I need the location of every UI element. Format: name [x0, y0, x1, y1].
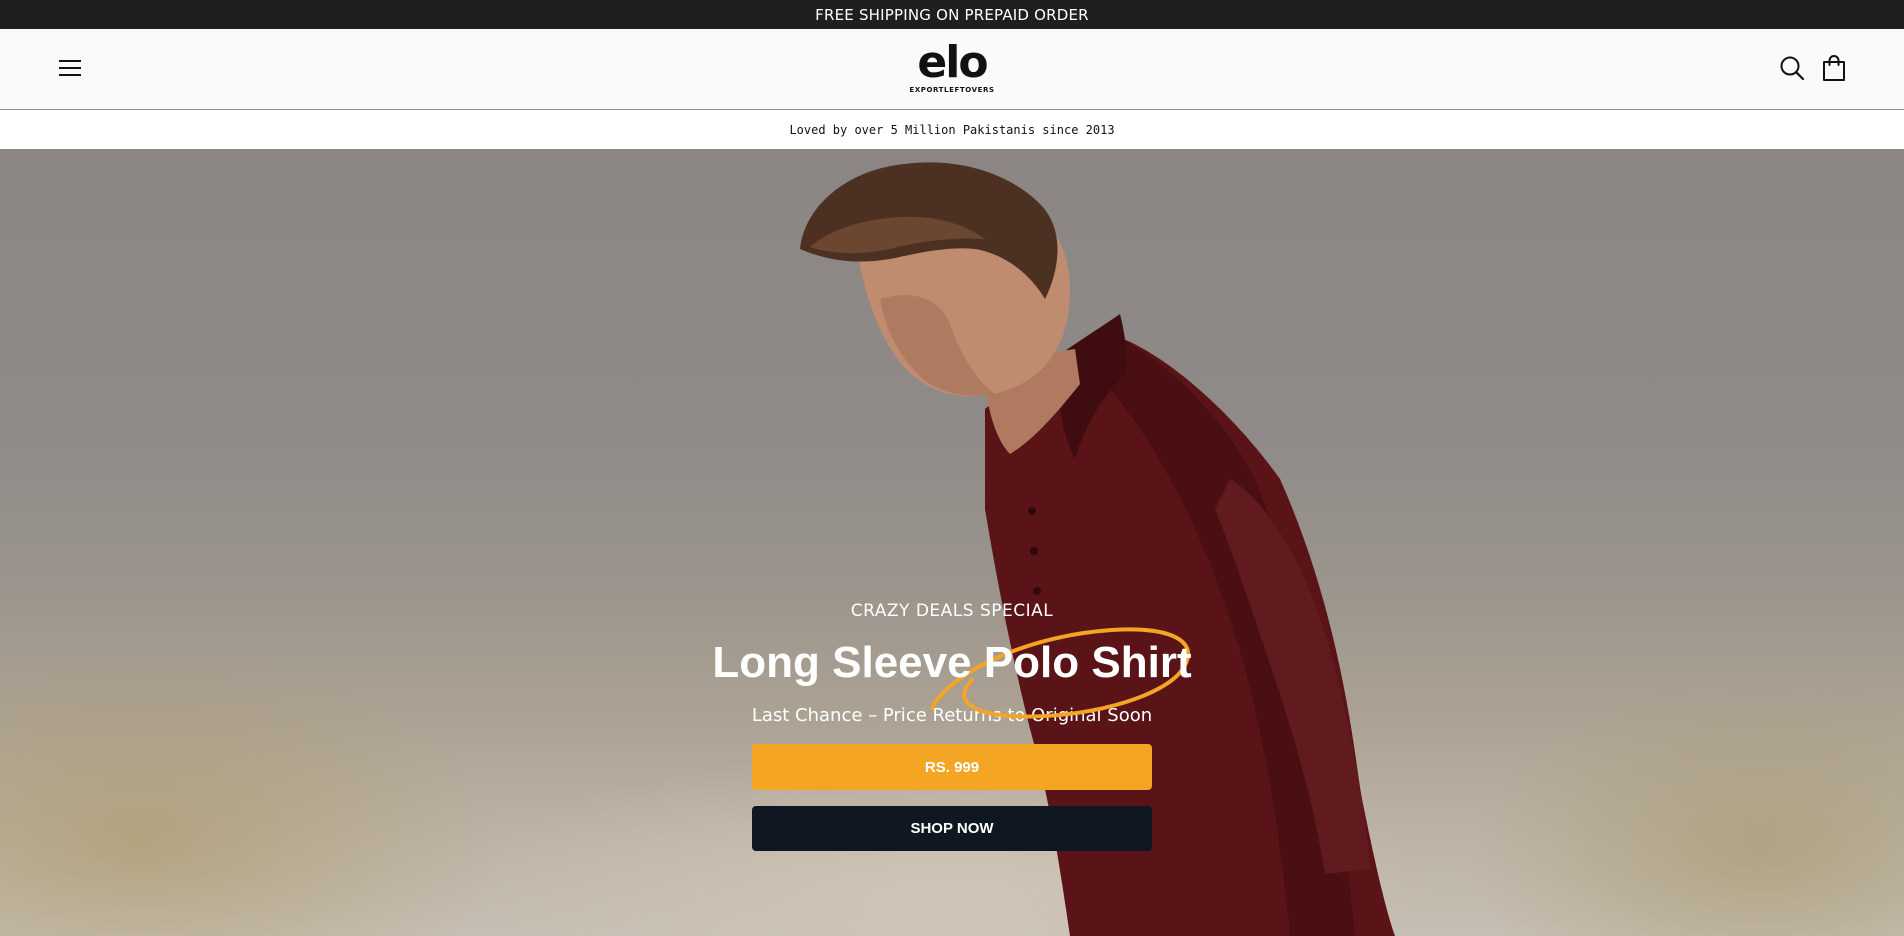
hero-banner: CRAZY DEALS SPECIAL Long Sleeve Polo Shi… [0, 149, 1904, 936]
search-icon [1780, 56, 1805, 81]
tagline-bar: Loved by over 5 Million Pakistanis since… [0, 110, 1904, 149]
price-button[interactable]: RS. 999 [752, 744, 1152, 790]
tagline-text: Loved by over 5 Million Pakistanis since… [789, 122, 1115, 137]
logo-word: elo [917, 37, 988, 88]
hamburger-menu-icon [59, 60, 81, 76]
shop-now-button[interactable]: SHOP NOW [752, 806, 1152, 851]
hero-headline: Long Sleeve Polo Shirt [712, 638, 1192, 687]
site-header: elo EXPORTLEFTOVERS [0, 29, 1904, 110]
shopping-bag-icon [1823, 55, 1845, 81]
hero-eyebrow: CRAZY DEALS SPECIAL [850, 601, 1054, 621]
hero-headline-wrap: Long Sleeve Polo Shirt [712, 627, 1192, 719]
hero-content: CRAZY DEALS SPECIAL Long Sleeve Polo Shi… [652, 600, 1252, 851]
announcement-bar: FREE SHIPPING ON PREPAID ORDER [0, 0, 1904, 29]
brand-logo[interactable]: elo EXPORTLEFTOVERS [904, 41, 1000, 99]
cart-button[interactable] [1821, 54, 1847, 82]
logo-subtitle: EXPORTLEFTOVERS [909, 86, 995, 94]
announcement-text: FREE SHIPPING ON PREPAID ORDER [815, 5, 1089, 24]
search-button[interactable] [1779, 55, 1805, 81]
menu-button[interactable] [56, 54, 84, 82]
